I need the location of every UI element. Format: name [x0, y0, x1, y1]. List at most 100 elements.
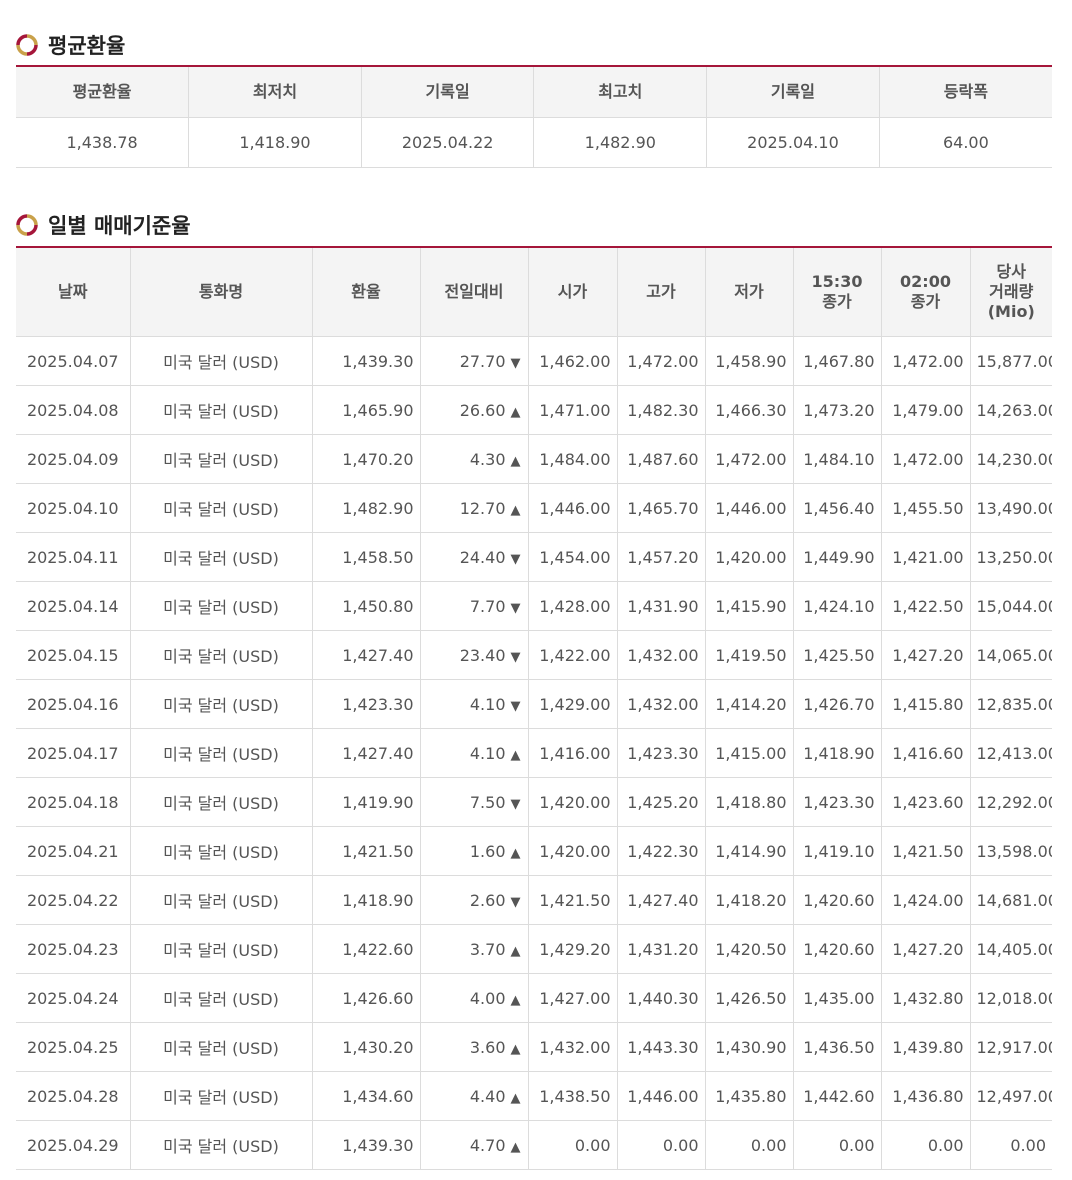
header-open: 시가	[528, 247, 618, 337]
triangle-up-icon: ▲	[510, 1041, 521, 1057]
cell-low: 1,415.90	[705, 581, 794, 631]
triangle-up-icon: ▲	[510, 943, 521, 959]
header-line: 종가	[822, 292, 852, 311]
cell-change: 4.40 ▲	[420, 1071, 529, 1121]
cell-close-1530: 1,420.60	[793, 924, 882, 974]
cell-close-1530: 1,420.60	[793, 875, 882, 925]
cell-low: 1,419.50	[705, 630, 794, 680]
triangle-up-icon: ▲	[510, 1139, 521, 1155]
header-date: 날짜	[16, 247, 131, 337]
triangle-up-icon: ▲	[510, 992, 521, 1008]
table-row: 2025.04.17 미국 달러 (USD) 1,427.40 4.10 ▲ 1,416.…	[16, 728, 1052, 778]
cell-high: 1,427.40	[617, 875, 706, 925]
cell-currency: 미국 달러 (USD)	[130, 728, 313, 778]
cell-open: 1,416.00	[528, 728, 618, 778]
cell-close-1530: 1,418.90	[793, 728, 882, 778]
value-min-date: 2025.04.22	[361, 117, 535, 168]
cell-volume: 13,490.00	[970, 483, 1052, 533]
cell-change: 26.60 ▲	[420, 385, 529, 435]
cell-currency: 미국 달러 (USD)	[130, 483, 313, 533]
cell-currency: 미국 달러 (USD)	[130, 1120, 313, 1170]
change-value: 4.10	[469, 694, 506, 714]
triangle-down-icon: ▼	[510, 649, 521, 665]
cell-currency: 미국 달러 (USD)	[130, 630, 313, 680]
header-line: 저가	[734, 282, 764, 301]
cell-high: 1,440.30	[617, 973, 706, 1023]
average-title-text: 평균환율	[48, 34, 126, 58]
cell-high: 1,432.00	[617, 679, 706, 729]
cell-high: 1,425.20	[617, 777, 706, 827]
average-header-row: 평균환율 최저치 기록일 최고치 기록일 등락폭	[16, 66, 1052, 118]
cell-change: 12.70 ▲	[420, 483, 529, 533]
header-low: 저가	[705, 247, 794, 337]
cell-close-1530: 1,473.20	[793, 385, 882, 435]
cell-high: 1,432.00	[617, 630, 706, 680]
cell-change: 7.70 ▼	[420, 581, 529, 631]
cell-open: 1,428.00	[528, 581, 618, 631]
cell-volume: 13,250.00	[970, 532, 1052, 582]
value-range: 64.00	[879, 117, 1052, 168]
triangle-up-icon: ▲	[510, 845, 521, 861]
cell-volume: 14,230.00	[970, 434, 1052, 484]
cell-open: 1,438.50	[528, 1071, 618, 1121]
header-line: 환율	[351, 282, 381, 301]
cell-change: 4.10 ▲	[420, 728, 529, 778]
table-row: 2025.04.28 미국 달러 (USD) 1,434.60 4.40 ▲ 1,438.…	[16, 1071, 1052, 1121]
table-row: 2025.04.29 미국 달러 (USD) 1,439.30 4.70 ▲ 0.00 0.…	[16, 1120, 1052, 1170]
daily-header-row: 날짜 통화명 환율 전일대비 시가 고가 저가 15:30 종가 02:00 종가 당사 거래량 (Mio…	[16, 247, 1052, 337]
cell-close-0200: 1,455.50	[881, 483, 971, 533]
cell-low: 1,446.00	[705, 483, 794, 533]
table-row: 2025.04.25 미국 달러 (USD) 1,430.20 3.60 ▲ 1,432.…	[16, 1022, 1052, 1072]
cell-date: 2025.04.29	[16, 1120, 131, 1170]
daily-rate-table: 날짜 통화명 환율 전일대비 시가 고가 저가 15:30 종가 02:00 종가 당사 거래량 (Mio…	[16, 246, 1052, 1170]
cell-close-0200: 1,423.60	[881, 777, 971, 827]
cell-close-1530: 1,484.10	[793, 434, 882, 484]
cell-change: 3.70 ▲	[420, 924, 529, 974]
cell-low: 1,458.90	[705, 336, 794, 386]
cell-close-0200: 1,436.80	[881, 1071, 971, 1121]
cell-low: 0.00	[705, 1120, 794, 1170]
cell-volume: 14,263.00	[970, 385, 1052, 435]
change-value: 2.60	[469, 890, 506, 910]
cell-change: 4.00 ▲	[420, 973, 529, 1023]
ring-icon	[16, 214, 38, 236]
cell-volume: 12,292.00	[970, 777, 1052, 827]
cell-rate: 1,450.80	[312, 581, 421, 631]
cell-high: 1,487.60	[617, 434, 706, 484]
cell-open: 0.00	[528, 1120, 618, 1170]
cell-volume: 12,413.00	[970, 728, 1052, 778]
cell-high: 1,465.70	[617, 483, 706, 533]
cell-currency: 미국 달러 (USD)	[130, 1071, 313, 1121]
header-line: 02:00	[900, 272, 951, 291]
cell-rate: 1,458.50	[312, 532, 421, 582]
triangle-down-icon: ▼	[510, 355, 521, 371]
header-max-date: 기록일	[706, 66, 880, 118]
cell-currency: 미국 달러 (USD)	[130, 434, 313, 484]
triangle-up-icon: ▲	[510, 404, 521, 420]
cell-date: 2025.04.23	[16, 924, 131, 974]
triangle-down-icon: ▼	[510, 600, 521, 616]
table-row: 2025.04.22 미국 달러 (USD) 1,418.90 2.60 ▼ 1,421.…	[16, 875, 1052, 925]
cell-date: 2025.04.24	[16, 973, 131, 1023]
cell-change: 4.30 ▲	[420, 434, 529, 484]
cell-high: 1,423.30	[617, 728, 706, 778]
cell-date: 2025.04.09	[16, 434, 131, 484]
cell-date: 2025.04.17	[16, 728, 131, 778]
cell-high: 1,457.20	[617, 532, 706, 582]
daily-table-body: 2025.04.07 미국 달러 (USD) 1,439.30 27.70 ▼ 1,462…	[16, 336, 1052, 1170]
cell-currency: 미국 달러 (USD)	[130, 875, 313, 925]
header-close-1530: 15:30 종가	[793, 247, 882, 337]
cell-open: 1,420.00	[528, 826, 618, 876]
cell-low: 1,430.90	[705, 1022, 794, 1072]
cell-change: 4.10 ▼	[420, 679, 529, 729]
header-close-0200: 02:00 종가	[881, 247, 971, 337]
header-high: 고가	[617, 247, 706, 337]
cell-close-1530: 1,456.40	[793, 483, 882, 533]
cell-change: 2.60 ▼	[420, 875, 529, 925]
ring-icon	[16, 34, 38, 56]
header-line: 종가	[910, 292, 941, 311]
cell-rate: 1,427.40	[312, 728, 421, 778]
cell-currency: 미국 달러 (USD)	[130, 385, 313, 435]
cell-open: 1,427.00	[528, 973, 618, 1023]
triangle-up-icon: ▲	[510, 747, 521, 763]
